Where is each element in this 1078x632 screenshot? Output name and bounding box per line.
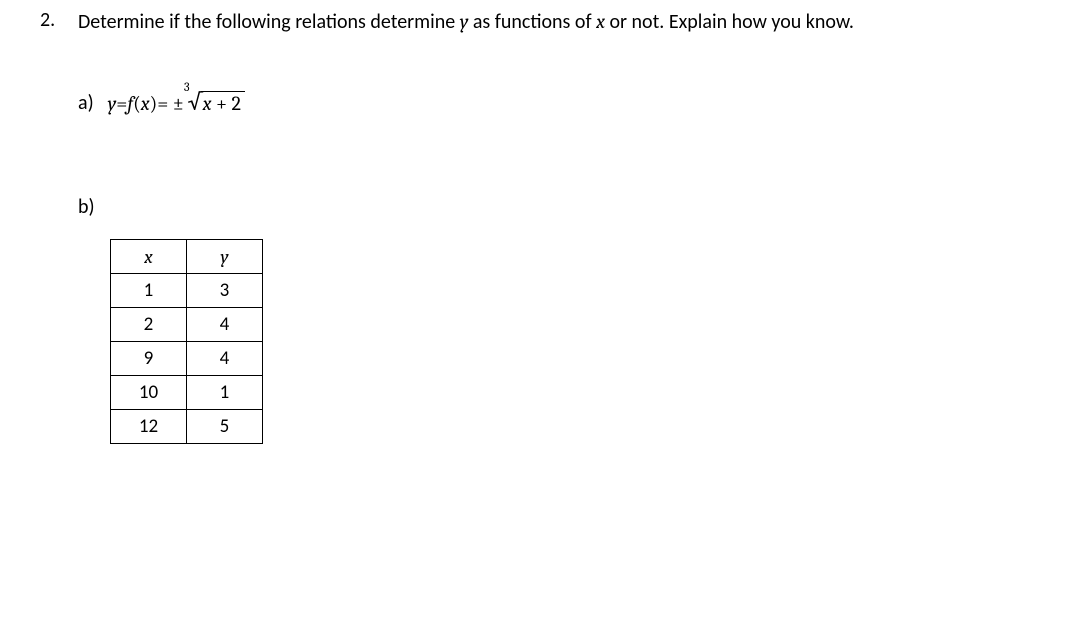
eq-paren-open: ( — [133, 92, 141, 115]
table-row: 2 4 — [111, 308, 263, 342]
xy-table: x y 1 3 2 4 9 4 10 1 12 5 — [110, 239, 263, 444]
table-row: 12 5 — [111, 410, 263, 444]
cell-y: 1 — [187, 376, 263, 410]
question-number: 2. — [40, 8, 78, 32]
cell-x: 12 — [111, 410, 187, 444]
table-row: 9 4 — [111, 342, 263, 376]
cell-y: 3 — [187, 274, 263, 308]
radicand: x + 2 — [201, 91, 245, 115]
radicand-plus2: + 2 — [212, 92, 241, 115]
question-block: 2. Determine if the following relations … — [40, 8, 1038, 36]
question-text: Determine if the following relations det… — [78, 8, 854, 36]
question-text-part2: as functions of — [468, 10, 596, 34]
part-b-label: b) — [78, 195, 95, 219]
eq-y: y — [108, 92, 117, 115]
cell-x: 1 — [111, 274, 187, 308]
table-row: 10 1 — [111, 376, 263, 410]
cell-y: 5 — [187, 410, 263, 444]
radical-symbol-icon: √ — [188, 90, 203, 113]
cell-x: 2 — [111, 308, 187, 342]
table-container: x y 1 3 2 4 9 4 10 1 12 5 — [110, 239, 1038, 444]
cell-y: 4 — [187, 308, 263, 342]
table-header-row: x y — [111, 240, 263, 274]
header-y: y — [187, 240, 263, 274]
cell-x: 10 — [111, 376, 187, 410]
variable-x: x — [596, 10, 605, 33]
part-a-label: a) — [78, 91, 94, 115]
cell-y: 4 — [187, 342, 263, 376]
question-text-part1: Determine if the following relations det… — [78, 10, 460, 34]
question-text-part3: or not. Explain how you know. — [605, 10, 854, 34]
part-a: a) y = f(x) = ± 3√x + 2 — [78, 91, 1038, 115]
eq-equals-pm: = ± — [157, 92, 184, 115]
table-row: 1 3 — [111, 274, 263, 308]
radical: 3√x + 2 — [184, 91, 245, 115]
radicand-x: x — [203, 92, 212, 115]
header-x: x — [111, 240, 187, 274]
eq-equals1: = — [116, 92, 127, 115]
eq-x-arg: x — [141, 92, 150, 115]
cell-x: 9 — [111, 342, 187, 376]
part-b: b) — [78, 195, 1038, 219]
eq-paren-close: ) — [150, 92, 158, 115]
equation: y = f(x) = ± 3√x + 2 — [108, 91, 245, 115]
